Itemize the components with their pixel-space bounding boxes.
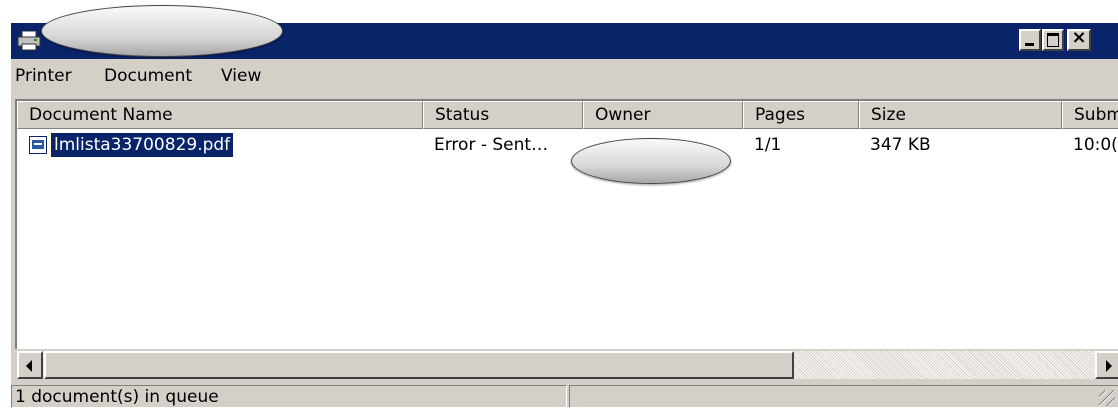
column-header-submitted[interactable]: Subm xyxy=(1062,101,1118,129)
table-row[interactable]: lmlista33700829.pdf Error - Sent… 1/1 34… xyxy=(17,131,1118,159)
document-name[interactable]: lmlista33700829.pdf xyxy=(49,132,235,158)
queue-count-status: 1 document(s) in queue xyxy=(11,385,567,408)
menu-printer[interactable]: Printer xyxy=(15,66,72,86)
column-header-status[interactable]: Status xyxy=(423,101,583,129)
arrow-left-icon xyxy=(26,360,32,372)
title-bar[interactable]: × xyxy=(11,5,1118,59)
column-header-size[interactable]: Size xyxy=(859,101,1062,129)
status-pane-secondary xyxy=(569,385,1118,408)
column-header-document-name[interactable]: Document Name xyxy=(17,101,423,129)
document-name-cell[interactable]: lmlista33700829.pdf xyxy=(29,132,235,158)
printer-icon xyxy=(17,31,41,51)
scroll-thumb[interactable] xyxy=(44,351,794,379)
menu-view[interactable]: View xyxy=(221,66,261,86)
print-queue-window: × Printer Document View Document Name St… xyxy=(10,5,1118,408)
resize-grip-icon[interactable] xyxy=(1099,390,1115,406)
scroll-left-button[interactable] xyxy=(17,351,43,379)
column-header-row: Document Name Status Owner Pages Size Su… xyxy=(17,101,1118,129)
document-list[interactable]: Document Name Status Owner Pages Size Su… xyxy=(15,99,1118,349)
pages-cell: 1/1 xyxy=(754,135,782,155)
redacted-window-title xyxy=(41,5,283,57)
document-icon xyxy=(29,136,47,154)
submitted-cell: 10:0( xyxy=(1073,135,1118,155)
status-bar: 1 document(s) in queue xyxy=(11,385,1118,408)
maximize-button[interactable] xyxy=(1042,29,1064,51)
arrow-right-icon xyxy=(1106,360,1112,372)
menu-document[interactable]: Document xyxy=(104,66,192,86)
column-header-owner[interactable]: Owner xyxy=(583,101,743,129)
close-button[interactable]: × xyxy=(1067,27,1091,51)
minimize-button[interactable] xyxy=(1019,29,1041,51)
maximize-icon xyxy=(1047,33,1059,47)
close-icon: × xyxy=(1071,27,1087,48)
status-cell: Error - Sent… xyxy=(434,135,549,155)
scroll-right-button[interactable] xyxy=(1095,351,1118,379)
size-cell: 347 KB xyxy=(870,135,931,155)
minimize-icon xyxy=(1025,43,1034,46)
redacted-owner xyxy=(571,138,731,184)
horizontal-scrollbar[interactable] xyxy=(17,351,1118,379)
menu-bar: Printer Document View xyxy=(11,59,1118,93)
column-header-pages[interactable]: Pages xyxy=(743,101,859,129)
